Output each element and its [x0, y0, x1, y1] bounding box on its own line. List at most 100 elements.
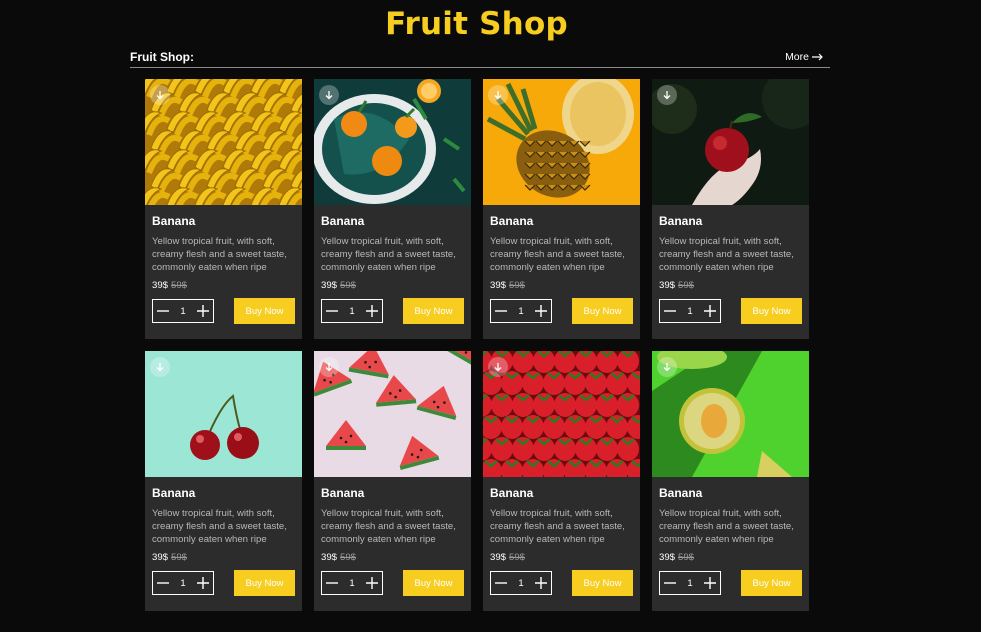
plus-icon[interactable]: [703, 304, 717, 318]
download-icon[interactable]: [150, 85, 170, 105]
quantity-value[interactable]: 1: [687, 306, 692, 317]
product-description: Yellow tropical fruit, with soft, creamy…: [490, 236, 625, 273]
download-icon[interactable]: [319, 85, 339, 105]
plus-icon[interactable]: [196, 576, 210, 590]
product-card: Banana Yellow tropical fruit, with soft,…: [314, 351, 471, 611]
quantity-stepper: 1: [490, 299, 552, 323]
quantity-value[interactable]: 1: [180, 306, 185, 317]
current-price: 39$: [152, 552, 169, 563]
product-card: Banana Yellow tropical fruit, with soft,…: [652, 79, 809, 339]
product-grid: Banana Yellow tropical fruit, with soft,…: [145, 79, 809, 611]
download-icon[interactable]: [657, 85, 677, 105]
minus-icon[interactable]: [156, 304, 170, 318]
product-price: 39$ 59$: [659, 279, 802, 292]
product-price: 39$ 59$: [321, 279, 464, 292]
current-price: 39$: [321, 280, 338, 291]
current-price: 39$: [659, 280, 676, 291]
quantity-stepper: 1: [152, 571, 214, 595]
product-price: 39$ 59$: [659, 551, 802, 564]
download-icon[interactable]: [488, 357, 508, 377]
quantity-stepper: 1: [659, 571, 721, 595]
product-name: Banana: [152, 486, 196, 500]
product-card: Banana Yellow tropical fruit, with soft,…: [483, 351, 640, 611]
download-icon[interactable]: [150, 357, 170, 377]
quantity-value[interactable]: 1: [349, 306, 354, 317]
quantity-stepper: 1: [659, 299, 721, 323]
minus-icon[interactable]: [325, 576, 339, 590]
product-name: Banana: [490, 486, 534, 500]
product-price: 39$ 59$: [490, 279, 633, 292]
more-link[interactable]: More: [785, 51, 824, 63]
buy-now-button[interactable]: Buy Now: [403, 298, 464, 324]
product-name: Banana: [659, 214, 703, 228]
quantity-stepper: 1: [321, 299, 383, 323]
arrow-right-icon: [812, 53, 824, 61]
buy-now-button[interactable]: Buy Now: [572, 298, 633, 324]
old-price: 59$: [509, 552, 526, 563]
product-description: Yellow tropical fruit, with soft, creamy…: [659, 508, 794, 545]
product-description: Yellow tropical fruit, with soft, creamy…: [152, 508, 287, 545]
plus-icon[interactable]: [534, 576, 548, 590]
minus-icon[interactable]: [663, 576, 677, 590]
quantity-stepper: 1: [321, 571, 383, 595]
old-price: 59$: [678, 280, 695, 291]
current-price: 39$: [321, 552, 338, 563]
quantity-value[interactable]: 1: [349, 578, 354, 589]
product-description: Yellow tropical fruit, with soft, creamy…: [152, 236, 287, 273]
section-label: Fruit Shop:: [130, 50, 194, 64]
product-name: Banana: [659, 486, 703, 500]
plus-icon[interactable]: [534, 304, 548, 318]
product-description: Yellow tropical fruit, with soft, creamy…: [321, 236, 456, 273]
minus-icon[interactable]: [663, 304, 677, 318]
product-photo: [314, 351, 471, 477]
product-description: Yellow tropical fruit, with soft, creamy…: [321, 508, 456, 545]
buy-now-button[interactable]: Buy Now: [741, 570, 802, 596]
product-photo: [652, 79, 809, 205]
product-card: Banana Yellow tropical fruit, with soft,…: [145, 351, 302, 611]
minus-icon[interactable]: [494, 304, 508, 318]
buy-now-button[interactable]: Buy Now: [741, 298, 802, 324]
product-name: Banana: [152, 214, 196, 228]
product-photo: [483, 351, 640, 477]
download-icon[interactable]: [657, 357, 677, 377]
product-card: Banana Yellow tropical fruit, with soft,…: [314, 79, 471, 339]
download-icon[interactable]: [488, 85, 508, 105]
section-header: Fruit Shop: More: [130, 48, 830, 68]
product-name: Banana: [490, 214, 534, 228]
old-price: 59$: [171, 552, 188, 563]
buy-now-button[interactable]: Buy Now: [403, 570, 464, 596]
minus-icon[interactable]: [156, 576, 170, 590]
product-photo: [483, 79, 640, 205]
plus-icon[interactable]: [365, 576, 379, 590]
old-price: 59$: [678, 552, 695, 563]
product-name: Banana: [321, 486, 365, 500]
minus-icon[interactable]: [325, 304, 339, 318]
page-title: Fruit Shop: [385, 6, 568, 42]
old-price: 59$: [171, 280, 188, 291]
current-price: 39$: [659, 552, 676, 563]
quantity-stepper: 1: [490, 571, 552, 595]
plus-icon[interactable]: [196, 304, 210, 318]
product-photo: [145, 79, 302, 205]
product-name: Banana: [321, 214, 365, 228]
buy-now-button[interactable]: Buy Now: [234, 298, 295, 324]
quantity-value[interactable]: 1: [518, 306, 523, 317]
download-icon[interactable]: [319, 357, 339, 377]
minus-icon[interactable]: [494, 576, 508, 590]
plus-icon[interactable]: [703, 576, 717, 590]
product-card: Banana Yellow tropical fruit, with soft,…: [652, 351, 809, 611]
plus-icon[interactable]: [365, 304, 379, 318]
buy-now-button[interactable]: Buy Now: [572, 570, 633, 596]
quantity-value[interactable]: 1: [180, 578, 185, 589]
old-price: 59$: [340, 280, 357, 291]
product-price: 39$ 59$: [490, 551, 633, 564]
product-description: Yellow tropical fruit, with soft, creamy…: [659, 236, 794, 273]
product-photo: [145, 351, 302, 477]
product-photo: [314, 79, 471, 205]
quantity-value[interactable]: 1: [687, 578, 692, 589]
quantity-value[interactable]: 1: [518, 578, 523, 589]
buy-now-button[interactable]: Buy Now: [234, 570, 295, 596]
more-link-label: More: [785, 51, 809, 63]
product-card: Banana Yellow tropical fruit, with soft,…: [145, 79, 302, 339]
old-price: 59$: [509, 280, 526, 291]
